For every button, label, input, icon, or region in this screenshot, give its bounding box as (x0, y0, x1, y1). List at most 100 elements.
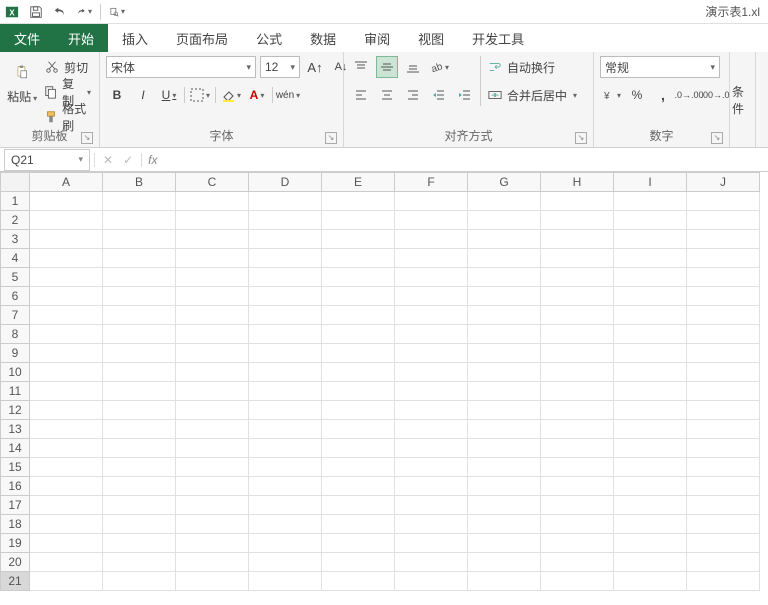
column-header[interactable]: E (322, 172, 395, 192)
cell[interactable] (103, 363, 176, 382)
cell[interactable] (30, 439, 103, 458)
cell[interactable] (103, 401, 176, 420)
cell[interactable] (468, 287, 541, 306)
row-header[interactable]: 10 (0, 363, 30, 382)
cell[interactable] (103, 477, 176, 496)
row-header[interactable]: 19 (0, 534, 30, 553)
row-header[interactable]: 2 (0, 211, 30, 230)
cell[interactable] (249, 306, 322, 325)
cell[interactable] (322, 192, 395, 211)
number-format-select[interactable]: 常规▾ (600, 56, 720, 78)
orientation-button[interactable]: ab (428, 56, 450, 78)
cell[interactable] (103, 458, 176, 477)
undo-icon[interactable] (52, 4, 68, 20)
row-header[interactable]: 9 (0, 344, 30, 363)
cell[interactable] (103, 268, 176, 287)
cell[interactable] (249, 401, 322, 420)
cell[interactable] (687, 211, 760, 230)
column-header[interactable]: C (176, 172, 249, 192)
cell[interactable] (322, 249, 395, 268)
alignment-launcher-icon[interactable]: ↘ (575, 132, 587, 144)
cell[interactable] (541, 230, 614, 249)
cell[interactable] (541, 553, 614, 572)
decrease-indent-icon[interactable] (428, 84, 450, 106)
cell[interactable] (541, 420, 614, 439)
cell[interactable] (468, 553, 541, 572)
cell[interactable] (103, 382, 176, 401)
row-header[interactable]: 4 (0, 249, 30, 268)
cell[interactable] (687, 230, 760, 249)
cell[interactable] (614, 230, 687, 249)
cell[interactable] (249, 211, 322, 230)
cell[interactable] (30, 268, 103, 287)
cell[interactable] (103, 572, 176, 591)
cell[interactable] (249, 325, 322, 344)
column-header[interactable]: F (395, 172, 468, 192)
cell[interactable] (541, 477, 614, 496)
cell[interactable] (395, 211, 468, 230)
cell[interactable] (687, 420, 760, 439)
cell[interactable] (249, 249, 322, 268)
row-header[interactable]: 11 (0, 382, 30, 401)
cell[interactable] (614, 306, 687, 325)
increase-decimal-icon[interactable]: .0→.00 (678, 84, 700, 106)
cell[interactable] (176, 325, 249, 344)
cell[interactable] (687, 458, 760, 477)
cell[interactable] (249, 192, 322, 211)
formula-input[interactable] (163, 150, 768, 170)
cell[interactable] (176, 287, 249, 306)
cell[interactable] (176, 401, 249, 420)
row-header[interactable]: 12 (0, 401, 30, 420)
cell[interactable] (249, 553, 322, 572)
italic-button[interactable]: I (132, 84, 154, 106)
cell[interactable] (687, 439, 760, 458)
cell[interactable] (249, 230, 322, 249)
column-header[interactable]: J (687, 172, 760, 192)
cell[interactable] (30, 572, 103, 591)
paste-button[interactable]: 粘贴 (6, 56, 38, 105)
cell[interactable] (322, 230, 395, 249)
cell[interactable] (468, 249, 541, 268)
cell[interactable] (541, 268, 614, 287)
cell[interactable] (103, 534, 176, 553)
tab-review[interactable]: 审阅 (350, 24, 404, 52)
cell[interactable] (614, 534, 687, 553)
cell[interactable] (30, 363, 103, 382)
border-button[interactable] (189, 84, 211, 106)
cell[interactable] (614, 344, 687, 363)
cell[interactable] (687, 496, 760, 515)
cell[interactable] (249, 572, 322, 591)
cell[interactable] (176, 572, 249, 591)
cell[interactable] (322, 420, 395, 439)
cell[interactable] (687, 515, 760, 534)
row-header[interactable]: 3 (0, 230, 30, 249)
row-header[interactable]: 16 (0, 477, 30, 496)
cell[interactable] (30, 211, 103, 230)
cell[interactable] (541, 344, 614, 363)
cell[interactable] (395, 382, 468, 401)
cell[interactable] (541, 363, 614, 382)
decrease-decimal-icon[interactable]: .00→.0 (704, 84, 726, 106)
cell[interactable] (687, 553, 760, 572)
cell[interactable] (687, 249, 760, 268)
cell[interactable] (322, 553, 395, 572)
cell[interactable] (103, 306, 176, 325)
cell[interactable] (249, 287, 322, 306)
tab-page-layout[interactable]: 页面布局 (162, 24, 242, 52)
redo-icon[interactable] (76, 4, 92, 20)
cell[interactable] (30, 325, 103, 344)
cell[interactable] (541, 534, 614, 553)
cell[interactable] (614, 363, 687, 382)
cell[interactable] (541, 496, 614, 515)
cell[interactable] (249, 268, 322, 287)
print-preview-icon[interactable] (109, 4, 125, 20)
column-header[interactable]: A (30, 172, 103, 192)
select-all-corner[interactable] (0, 172, 30, 192)
cell[interactable] (322, 439, 395, 458)
cell[interactable] (614, 496, 687, 515)
cell[interactable] (395, 230, 468, 249)
cell[interactable] (249, 382, 322, 401)
cell[interactable] (103, 249, 176, 268)
cell[interactable] (176, 268, 249, 287)
fx-label[interactable]: fx (141, 153, 163, 167)
